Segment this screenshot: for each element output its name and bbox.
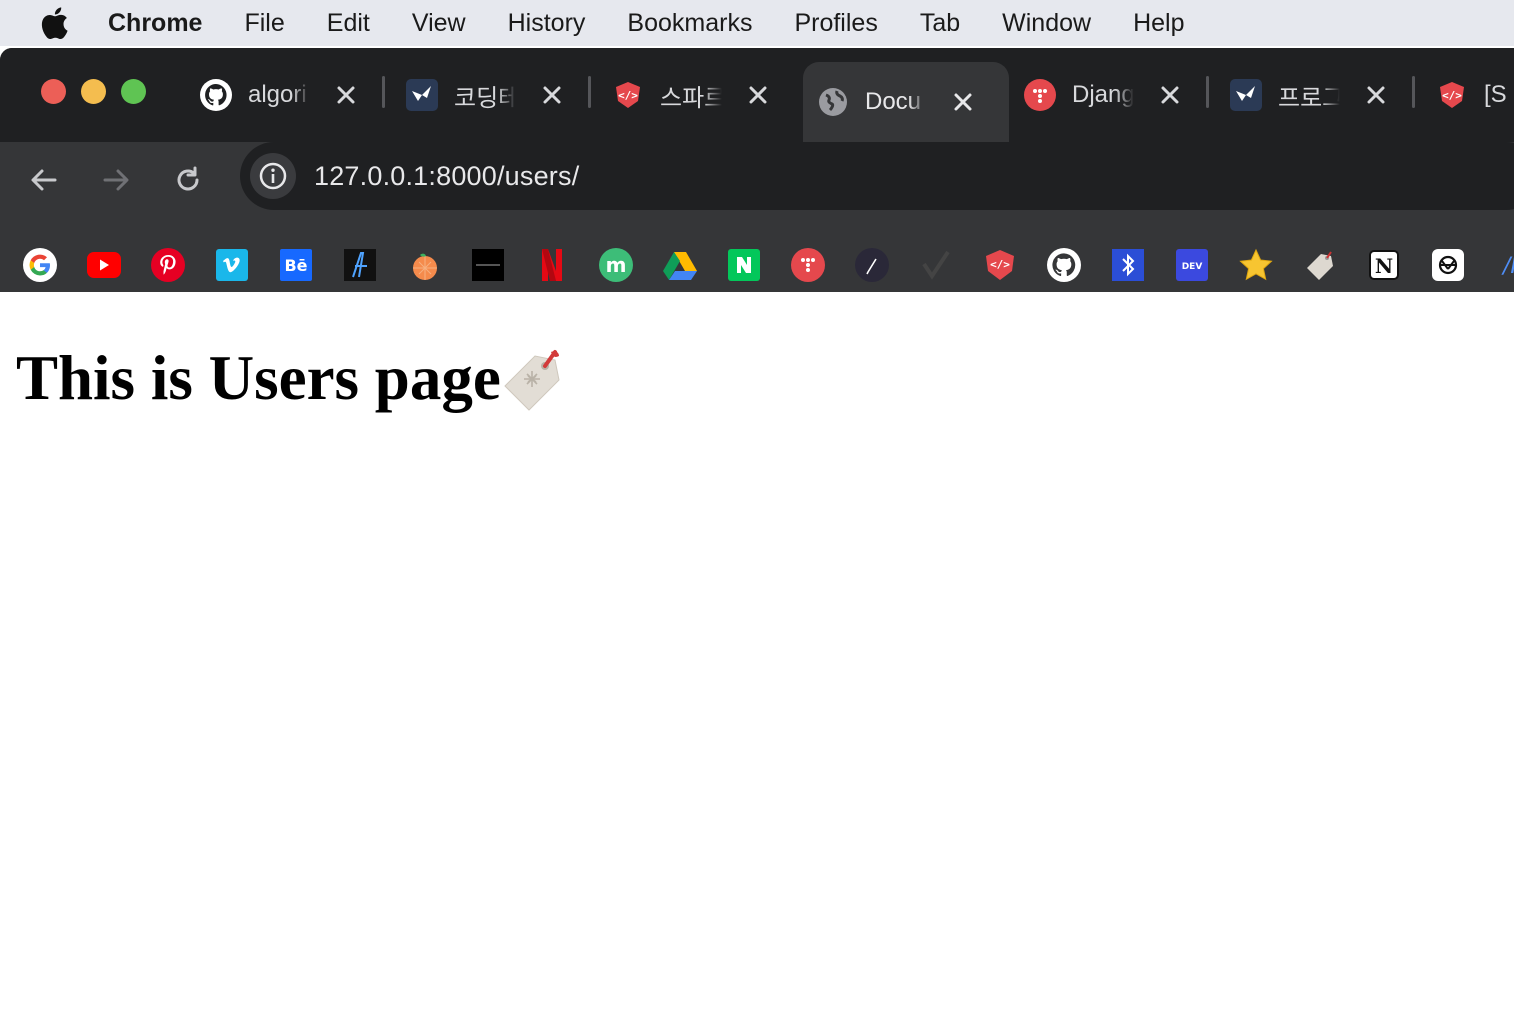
a-logo-icon[interactable] bbox=[343, 248, 377, 282]
tab-coding-test[interactable]: 코딩테 bbox=[392, 62, 598, 128]
notion-icon[interactable]: N bbox=[1367, 248, 1401, 282]
tab-strip: algori 코딩테 </> 스파르 Docu Djang 프로그 </> [S bbox=[0, 48, 1514, 142]
macos-menu-bar: Chrome File Edit View History Bookmarks … bbox=[0, 0, 1514, 46]
django-tutorial-icon bbox=[1024, 79, 1056, 111]
bookmarks-bar: Bē m </> DEV N / bbox=[0, 232, 1514, 292]
menu-tab[interactable]: Tab bbox=[920, 9, 960, 38]
tab-programmers[interactable]: 프로그 bbox=[1216, 62, 1422, 128]
dark-banner-icon[interactable] bbox=[471, 248, 505, 282]
zoom-window-button[interactable] bbox=[121, 79, 146, 104]
dev-icon[interactable]: DEV bbox=[1175, 248, 1209, 282]
sparta-icon: </> bbox=[1436, 79, 1468, 111]
star-icon[interactable] bbox=[1239, 248, 1273, 282]
tab-separator bbox=[382, 76, 385, 108]
tab-title: 스파르 bbox=[660, 84, 722, 112]
menu-view[interactable]: View bbox=[412, 9, 466, 38]
site-info-icon[interactable] bbox=[250, 153, 296, 199]
tab-separator bbox=[1206, 76, 1209, 108]
menu-chrome[interactable]: Chrome bbox=[108, 9, 202, 38]
menu-history[interactable]: History bbox=[508, 9, 586, 38]
tag-icon[interactable] bbox=[1303, 248, 1337, 282]
bluetooth-logo-icon[interactable] bbox=[1111, 248, 1145, 282]
menu-bookmarks[interactable]: Bookmarks bbox=[627, 9, 752, 38]
tab-title: [S bbox=[1484, 81, 1507, 108]
svg-text:N: N bbox=[1375, 254, 1393, 278]
pen-logo-icon[interactable] bbox=[855, 248, 889, 282]
tab-document-active[interactable]: Docu bbox=[803, 62, 1009, 142]
close-window-button[interactable] bbox=[41, 79, 66, 104]
netflix-icon[interactable] bbox=[535, 248, 569, 282]
k-logo-icon[interactable]: /K bbox=[1494, 248, 1514, 282]
page-heading: This is Users page bbox=[16, 342, 567, 415]
tab-algori[interactable]: algori bbox=[186, 62, 392, 128]
svg-text:m: m bbox=[606, 253, 627, 277]
close-tab-icon[interactable] bbox=[334, 83, 358, 107]
github-icon bbox=[200, 79, 232, 111]
programmers-icon bbox=[1230, 79, 1262, 111]
svg-text:/K: /K bbox=[1501, 254, 1514, 279]
google-icon[interactable] bbox=[23, 248, 57, 282]
tab-sparta-2[interactable]: </> [S bbox=[1422, 62, 1514, 128]
globe-icon bbox=[817, 86, 849, 118]
page-content: This is Users page bbox=[0, 292, 1514, 1028]
openai-icon[interactable] bbox=[1431, 248, 1465, 282]
youtube-icon[interactable] bbox=[87, 248, 121, 282]
apple-icon[interactable] bbox=[38, 7, 70, 40]
tab-separator bbox=[588, 76, 591, 108]
browser-toolbar: 127.0.0.1:8000/users/ Bē m </> DEV N / bbox=[0, 142, 1514, 292]
tab-title: 프로그 bbox=[1278, 84, 1340, 112]
pinterest-icon[interactable] bbox=[151, 248, 185, 282]
close-tab-icon[interactable] bbox=[540, 83, 564, 107]
menu-edit[interactable]: Edit bbox=[327, 9, 370, 38]
reload-button[interactable] bbox=[168, 160, 208, 200]
browser-window: algori 코딩테 </> 스파르 Docu Djang 프로그 </> [S… bbox=[0, 48, 1514, 292]
tab-title: Djang bbox=[1072, 81, 1134, 108]
svg-text:DEV: DEV bbox=[1182, 262, 1203, 272]
orange-icon[interactable] bbox=[407, 248, 441, 282]
svg-text:</>: </> bbox=[990, 258, 1010, 271]
close-tab-icon[interactable] bbox=[1364, 83, 1388, 107]
tab-title: Docu bbox=[865, 88, 922, 115]
menu-window[interactable]: Window bbox=[1002, 9, 1091, 38]
vimeo-icon[interactable] bbox=[215, 248, 249, 282]
dots-logo-icon[interactable] bbox=[791, 248, 825, 282]
menu-help[interactable]: Help bbox=[1133, 9, 1184, 38]
sparta-icon: </> bbox=[612, 79, 644, 111]
tab-title: algori bbox=[248, 81, 307, 108]
forward-button[interactable] bbox=[96, 160, 136, 200]
page-heading-text: This is Users page bbox=[16, 343, 501, 413]
minimize-window-button[interactable] bbox=[81, 79, 106, 104]
menu-profiles[interactable]: Profiles bbox=[794, 9, 877, 38]
m-logo-icon[interactable]: m bbox=[599, 248, 633, 282]
svg-text:Bē: Bē bbox=[284, 256, 307, 275]
svg-text:</>: </> bbox=[618, 89, 638, 102]
sparta-icon[interactable]: </> bbox=[983, 248, 1017, 282]
close-tab-icon[interactable] bbox=[951, 90, 975, 114]
google-drive-icon[interactable] bbox=[663, 248, 697, 282]
tag-icon bbox=[501, 346, 567, 412]
programmers-icon bbox=[406, 79, 438, 111]
url-text[interactable]: 127.0.0.1:8000/users/ bbox=[314, 161, 579, 192]
check-logo-icon[interactable] bbox=[919, 248, 953, 282]
tab-sparta[interactable]: </> 스파르 bbox=[598, 62, 804, 128]
menu-file[interactable]: File bbox=[244, 9, 284, 38]
naver-icon[interactable] bbox=[727, 248, 761, 282]
address-bar[interactable]: 127.0.0.1:8000/users/ bbox=[240, 142, 1514, 210]
svg-text:</>: </> bbox=[1442, 89, 1462, 102]
tab-separator bbox=[1412, 76, 1415, 108]
close-tab-icon[interactable] bbox=[746, 83, 770, 107]
tab-title: 코딩테 bbox=[454, 84, 516, 112]
behance-icon[interactable]: Bē bbox=[279, 248, 313, 282]
github-icon[interactable] bbox=[1047, 248, 1081, 282]
close-tab-icon[interactable] bbox=[1158, 83, 1182, 107]
back-button[interactable] bbox=[24, 160, 64, 200]
tab-django[interactable]: Djang bbox=[1010, 62, 1216, 128]
